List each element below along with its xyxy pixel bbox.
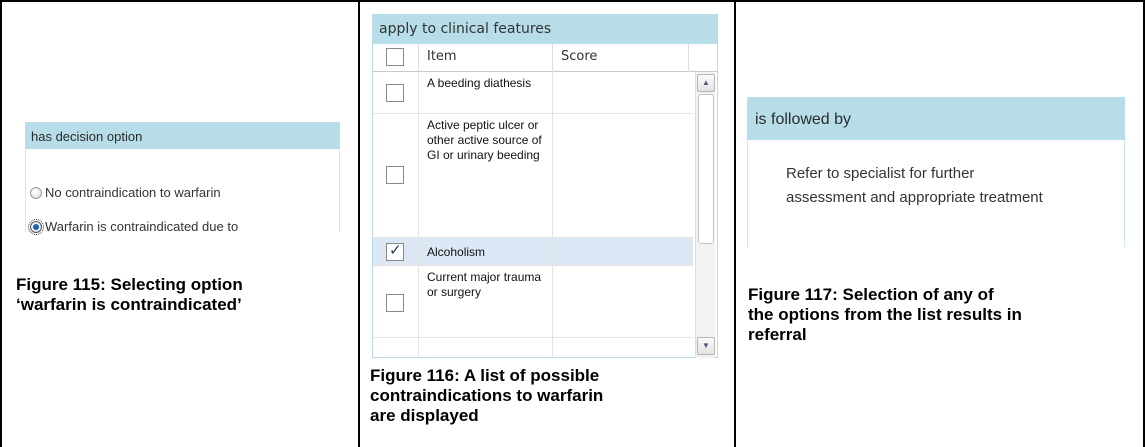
caption-line: the options from the list results in	[748, 305, 1022, 324]
caption-line: Figure 115: Selecting option	[16, 275, 243, 294]
caption-line: contraindications to warfarin	[370, 386, 604, 405]
column-header-item[interactable]: Item	[419, 44, 553, 72]
vertical-scrollbar[interactable]: ▲ ▼	[695, 72, 715, 358]
figure-117-caption: Figure 117: Selection of any of the opti…	[748, 285, 1138, 345]
option-label: No contraindication to warfarin	[45, 185, 221, 200]
decision-option-header: has decision option	[25, 122, 340, 149]
decision-option-panel: has decision option No contraindication …	[25, 122, 340, 235]
radio-unselected-icon[interactable]	[30, 186, 42, 199]
row-checkbox-checked[interactable]	[386, 241, 404, 261]
decision-option-body: No contraindication to warfarin Warfarin…	[25, 149, 340, 235]
table-divider-2	[734, 0, 736, 447]
table-border-top	[0, 0, 1145, 2]
followed-by-panel: is followed by Refer to specialist for f…	[747, 97, 1125, 247]
row-checkbox[interactable]	[386, 166, 404, 184]
list-item[interactable]: A beeding diathesis	[373, 72, 693, 114]
feature-list: A beeding diathesis Active peptic ulcer …	[373, 72, 693, 358]
column-header-spacer	[689, 44, 717, 72]
arrow-down-icon[interactable]: ▼	[697, 337, 715, 355]
option-label: Warfarin is contraindicated due to	[45, 219, 239, 234]
radio-selected-icon[interactable]	[28, 218, 44, 235]
caption-line: referral	[748, 325, 807, 344]
row-checkbox[interactable]	[386, 294, 404, 312]
clinical-features-header: apply to clinical features	[373, 15, 717, 44]
checkbox-cell	[373, 114, 419, 237]
checkbox-cell	[373, 338, 419, 358]
row-checkbox[interactable]	[386, 84, 404, 102]
list-item-partial[interactable]	[373, 338, 693, 358]
followed-by-body: Refer to specialist for further assessme…	[747, 140, 1125, 247]
item-text: Alcoholism	[419, 238, 553, 265]
score-cell	[553, 338, 693, 358]
caption-line: Figure 117: Selection of any of	[748, 285, 994, 304]
table-header: Item Score	[373, 44, 717, 72]
figure-115-caption: Figure 115: Selecting option ‘warfarin i…	[16, 275, 346, 315]
score-cell	[553, 266, 693, 337]
item-text: Active peptic ulcer or other active sour…	[419, 114, 553, 237]
column-header-score[interactable]: Score	[553, 44, 689, 72]
caption-line: ‘warfarin is contraindicated’	[16, 295, 242, 314]
select-all-cell	[373, 44, 419, 72]
referral-line: assessment and appropriate treatment	[786, 189, 1043, 206]
item-text: A beeding diathesis	[419, 72, 553, 113]
select-all-checkbox[interactable]	[386, 48, 404, 66]
checkbox-cell	[373, 266, 419, 337]
table-border-left	[0, 0, 2, 447]
clinical-features-panel: apply to clinical features Item Score A …	[372, 14, 718, 358]
item-text	[419, 338, 553, 358]
checkbox-cell	[373, 238, 419, 265]
list-item[interactable]: Current major trauma or surgery	[373, 266, 693, 338]
caption-line: are displayed	[370, 406, 479, 425]
scrollbar-thumb[interactable]	[698, 94, 714, 244]
score-cell	[553, 114, 693, 237]
caption-line: Figure 116: A list of possible	[370, 366, 600, 385]
arrow-up-icon[interactable]: ▲	[697, 74, 715, 92]
option-no-contraindication[interactable]: No contraindication to warfarin	[30, 185, 221, 200]
score-cell	[553, 72, 693, 113]
item-text: Current major trauma or surgery	[419, 266, 553, 337]
checkbox-cell	[373, 72, 419, 113]
referral-line: Refer to specialist for further	[786, 165, 975, 182]
score-cell	[553, 238, 693, 265]
table-divider-1	[358, 0, 360, 447]
figure-116-caption: Figure 116: A list of possible contraind…	[370, 366, 720, 426]
followed-by-header: is followed by	[747, 97, 1125, 140]
referral-text: Refer to specialist for further assessme…	[786, 162, 1086, 210]
list-item[interactable]: Alcoholism	[373, 238, 693, 266]
option-warfarin-contraindicated[interactable]: Warfarin is contraindicated due to	[28, 218, 239, 235]
list-item[interactable]: Active peptic ulcer or other active sour…	[373, 114, 693, 238]
